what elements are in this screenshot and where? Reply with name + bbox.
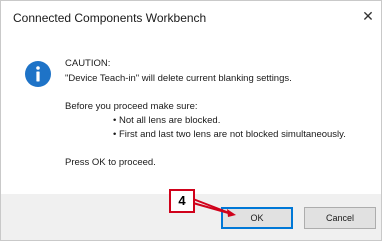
window-title: Connected Components Workbench — [13, 11, 207, 25]
info-icon — [25, 61, 51, 87]
close-button[interactable]: ✕ — [359, 7, 377, 25]
step-callout-badge: 4 — [169, 189, 195, 213]
caution-message: "Device Teach-in" will delete current bl… — [65, 73, 292, 84]
caution-heading: CAUTION: — [65, 58, 111, 69]
ok-button[interactable]: OK — [221, 207, 293, 229]
proceed-prompt: Press OK to proceed. — [65, 157, 156, 168]
bullet-item: • First and last two lens are not blocke… — [113, 129, 346, 140]
bullet-item: • Not all lens are blocked. — [113, 115, 221, 126]
title-bar: Connected Components Workbench ✕ — [1, 1, 381, 37]
cancel-button[interactable]: Cancel — [304, 207, 376, 229]
before-proceed-text: Before you proceed make sure: — [65, 101, 198, 112]
